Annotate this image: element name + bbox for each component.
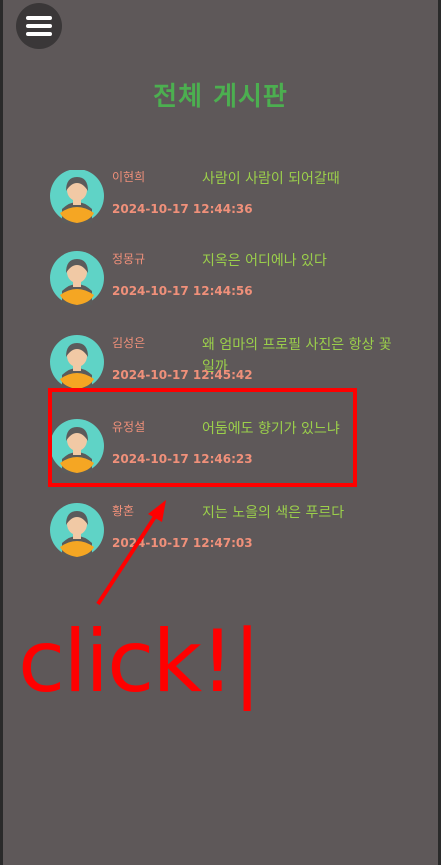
post-item[interactable]: 유정설 어둠에도 향기가 있느냐 2024-10-17 12:46:23 bbox=[48, 418, 358, 492]
post-title[interactable]: 사람이 사람이 되어갈때 bbox=[202, 170, 402, 190]
woman-avatar-icon bbox=[50, 503, 104, 557]
woman-avatar-icon bbox=[50, 170, 104, 223]
post-author: 유정설 bbox=[112, 420, 146, 434]
post-item[interactable]: 정몽규 지옥은 어디에나 있다 2024-10-17 12:44:56 bbox=[48, 250, 358, 324]
click-annotation: click!| bbox=[18, 612, 262, 712]
menu-bar bbox=[26, 24, 52, 28]
post-author: 정몽규 bbox=[112, 252, 146, 266]
post-list: 이현희 사람이 사람이 되어갈때 2024-10-17 12:44:36 정몽규… bbox=[0, 170, 441, 590]
post-item[interactable]: 김성은 왜 엄마의 프로필 사진은 항상 꽃일까 2024-10-17 12:4… bbox=[48, 334, 392, 408]
hamburger-menu-icon[interactable] bbox=[16, 3, 62, 49]
post-title[interactable]: 지는 노을의 색은 푸르다 bbox=[202, 502, 402, 524]
post-author: 김성은 bbox=[112, 336, 146, 350]
post-title[interactable]: 어둠에도 향기가 있느냐 bbox=[202, 418, 402, 440]
menu-bar bbox=[26, 32, 52, 36]
post-author: 황혼 bbox=[112, 504, 135, 518]
post-timestamp: 2024-10-17 12:46:23 bbox=[112, 452, 253, 466]
post-item[interactable]: 황혼 지는 노을의 색은 푸르다 2024-10-17 12:47:03 bbox=[48, 502, 358, 576]
post-timestamp: 2024-10-17 12:47:03 bbox=[112, 536, 253, 550]
post-item[interactable]: 이현희 사람이 사람이 되어갈때 2024-10-17 12:44:36 bbox=[48, 170, 358, 242]
post-author: 이현희 bbox=[112, 170, 146, 184]
woman-avatar-icon bbox=[50, 335, 104, 389]
post-timestamp: 2024-10-17 12:44:36 bbox=[112, 202, 253, 216]
post-title[interactable]: 지옥은 어디에나 있다 bbox=[202, 250, 402, 272]
menu-bar bbox=[26, 16, 52, 20]
woman-avatar-icon bbox=[50, 251, 104, 305]
post-timestamp: 2024-10-17 12:45:42 bbox=[112, 368, 253, 382]
woman-avatar-icon bbox=[50, 419, 104, 473]
post-timestamp: 2024-10-17 12:44:56 bbox=[112, 284, 253, 298]
page-title: 전체 게시판 bbox=[153, 82, 288, 112]
